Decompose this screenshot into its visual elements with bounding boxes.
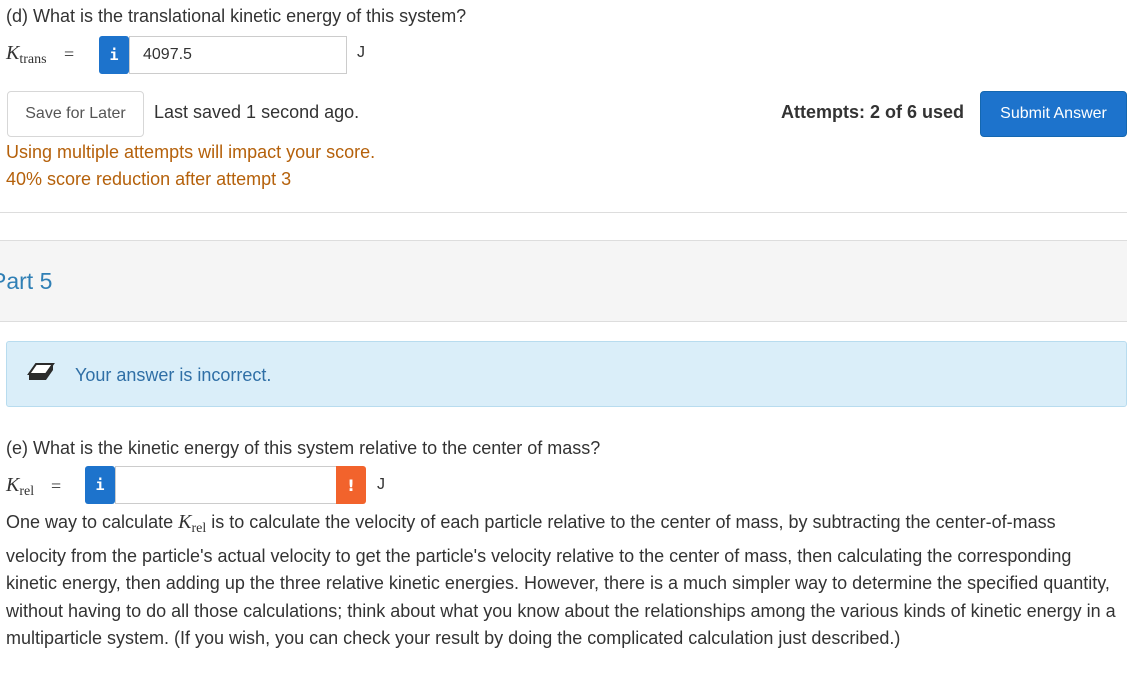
feedback-box: Your answer is incorrect. [6, 341, 1127, 407]
k-trans-label: Ktrans [6, 42, 47, 68]
submit-answer-button[interactable]: Submit Answer [980, 91, 1127, 137]
equals-sign: = [51, 476, 62, 496]
unit-label: J [377, 476, 385, 493]
attempt-warning-line1: Using multiple attempts will impact your… [6, 142, 376, 162]
part-header [0, 240, 1127, 322]
k-trans-input[interactable]: 4097.5 [129, 36, 347, 74]
k-symbol: K [6, 474, 20, 496]
info-icon[interactable]: i [99, 36, 129, 74]
k-rel-label: Krel [6, 474, 34, 500]
save-for-later-button[interactable]: Save for Later [7, 91, 144, 137]
k-subscript: rel [19, 484, 35, 499]
info-icon[interactable]: i [85, 466, 115, 504]
k-symbol: K [6, 42, 20, 64]
hint-paragraph: One way to calculate Krel is to calculat… [6, 509, 1116, 653]
attempt-warning-line2: 40% score reduction after attempt 3 [6, 169, 292, 189]
k-symbol: K [178, 511, 192, 533]
feedback-message: Your answer is incorrect. [75, 365, 272, 385]
attempts-counter: Attempts: 2 of 6 used [781, 102, 965, 122]
k-rel-inline: Krel [178, 511, 207, 536]
k-subscript: trans [19, 52, 47, 67]
k-trans-input-value: 4097.5 [143, 46, 192, 63]
k-subscript: rel [191, 521, 207, 536]
hint-text-rest: is to calculate the velocity of each par… [6, 512, 1116, 649]
part-d-question: (d) What is the translational kinetic en… [6, 6, 467, 26]
eraser-icon [27, 363, 55, 380]
hint-text-start: One way to calculate [6, 512, 179, 532]
section-divider [0, 212, 1127, 213]
last-saved-text: Last saved 1 second ago. [154, 102, 360, 122]
exclamation-icon[interactable]: ! [336, 466, 366, 504]
k-rel-input[interactable] [115, 466, 337, 504]
equals-sign: = [64, 44, 75, 64]
unit-label: J [357, 44, 365, 61]
part-title: Part 5 [0, 268, 53, 294]
part-e-question: (e) What is the kinetic energy of this s… [6, 438, 601, 458]
